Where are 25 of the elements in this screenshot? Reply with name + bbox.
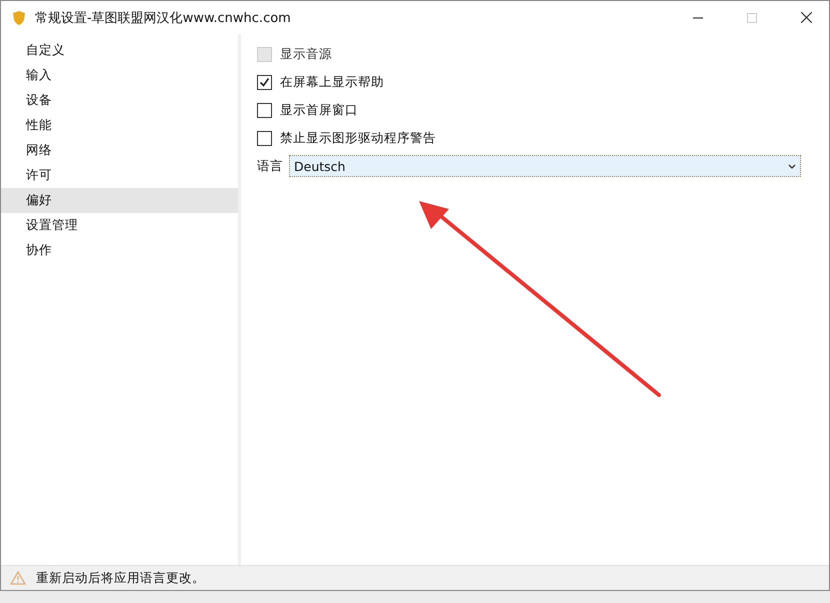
- sidebar-item[interactable]: 网络: [1, 138, 238, 163]
- status-message: 重新启动后将应用语言更改。: [36, 570, 205, 586]
- checkbox-label: 显示音源: [280, 46, 332, 62]
- maximize-icon: [747, 12, 757, 22]
- sidebar-item[interactable]: 协作: [1, 238, 238, 263]
- sidebar-item[interactable]: 输入: [1, 63, 238, 88]
- warning-icon: [10, 571, 26, 585]
- sidebar-item[interactable]: 许可: [1, 163, 238, 188]
- close-icon: [800, 12, 812, 23]
- checkbox-label: 禁止显示图形驱动程序警告: [280, 130, 436, 146]
- checkbox[interactable]: [257, 130, 272, 146]
- window-title: 常规设置-草图联盟网汉化www.cnwhc.com: [35, 10, 292, 26]
- sidebar-item[interactable]: 设备: [1, 88, 238, 113]
- sidebar-item[interactable]: 性能: [1, 113, 238, 138]
- sidebar-item[interactable]: 设置管理: [1, 213, 238, 238]
- shield-icon: [11, 10, 27, 26]
- language-dropdown[interactable]: Deutsch: [289, 155, 801, 177]
- language-label: 语言: [257, 158, 283, 174]
- checkbox[interactable]: [257, 102, 272, 118]
- caret-icon: [788, 164, 796, 168]
- checkbox-label: 在屏幕上显示帮助: [280, 74, 384, 90]
- sidebar-item[interactable]: 偏好: [1, 188, 238, 213]
- checkbox-label: 显示首屏窗口: [280, 102, 358, 118]
- sidebar-item[interactable]: 自定义: [1, 38, 238, 63]
- checkbox[interactable]: [257, 74, 272, 90]
